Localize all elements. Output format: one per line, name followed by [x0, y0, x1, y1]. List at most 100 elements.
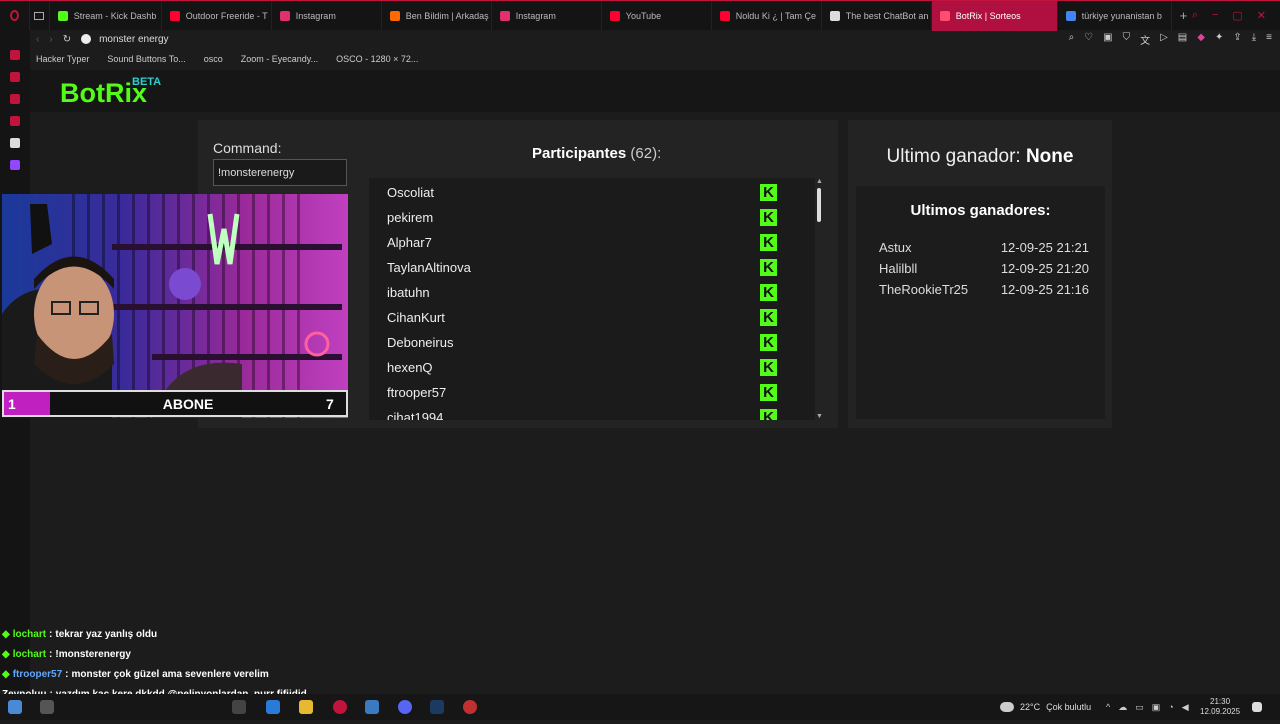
volume-icon[interactable]: ◀: [1182, 702, 1189, 713]
kick-icon: K: [760, 259, 777, 276]
last-winner-label: Ultimo ganador:: [886, 146, 1021, 167]
onedrive-icon[interactable]: ☁: [1118, 702, 1127, 713]
participant-row[interactable]: Alphar7 K: [369, 230, 799, 255]
obs-icon[interactable]: [463, 700, 477, 714]
browser-tab[interactable]: Outdoor Freeride - T: [162, 0, 272, 31]
start-icon[interactable]: [8, 700, 22, 714]
participant-row[interactable]: cihat1994 K: [369, 405, 799, 420]
discord-icon[interactable]: [398, 700, 412, 714]
close-icon[interactable]: ✕: [1257, 9, 1266, 22]
participant-row[interactable]: ibatuhn K: [369, 280, 799, 305]
tab-favicon-icon: [609, 10, 620, 21]
kick-icon: K: [760, 409, 777, 420]
kick-icon: K: [760, 309, 777, 326]
command-input[interactable]: [213, 159, 347, 186]
participants-list[interactable]: Oscoliat Kpekirem K Alphar7 K TaylanAltinova K…: [369, 178, 815, 420]
bookmark-item[interactable]: Sound Buttons To...: [107, 54, 185, 64]
address-input[interactable]: monster energy: [99, 34, 168, 45]
bookmark-icon[interactable]: ♡: [1084, 32, 1093, 47]
chat-text: monster çok güzel ama sevenlere verelim: [71, 668, 269, 680]
tab-favicon-icon: [389, 10, 400, 21]
browser-tab[interactable]: Instagram: [272, 0, 382, 31]
bookmark-item[interactable]: Hacker Typer: [36, 54, 89, 64]
play-icon[interactable]: ▷: [1160, 32, 1168, 47]
chat-text: !monsterenergy: [55, 648, 131, 660]
kick-icon: K: [760, 284, 777, 301]
opera-icon[interactable]: [333, 700, 347, 714]
file-explorer-icon[interactable]: [299, 700, 313, 714]
chat-tray-icon[interactable]: ▣: [1152, 702, 1161, 713]
wifi-icon[interactable]: ◔: [1168, 702, 1173, 712]
browser-tab[interactable]: The best ChatBot an: [822, 0, 932, 31]
winner-time: 12-09-25 21:21: [1000, 240, 1089, 255]
download-icon[interactable]: ⤓: [1252, 32, 1256, 47]
participant-name: Deboneirus: [387, 335, 454, 350]
bookmark-item[interactable]: Zoom - Eyecandy...: [241, 54, 318, 64]
snapshot-icon[interactable]: ▣: [1103, 32, 1112, 47]
participant-row[interactable]: CihanKurt K: [369, 305, 799, 330]
browser-tab[interactable]: Instagram: [492, 0, 602, 31]
forward-icon[interactable]: ›: [49, 34, 52, 45]
steam-icon[interactable]: [430, 700, 444, 714]
maximize-icon[interactable]: ▢: [1232, 9, 1242, 22]
puzzle-icon[interactable]: ✦: [1215, 32, 1223, 47]
address-bar: ‹ › ↻ monster energy ⌕ ♡ ▣ ⛉ 文 ▷ ▤ ◆ ✦ ⇪…: [30, 30, 1280, 48]
clock[interactable]: 21:30 12.09.2025: [1200, 694, 1240, 720]
participant-row[interactable]: hexenQ K: [369, 355, 799, 380]
task-view-icon[interactable]: [232, 700, 246, 714]
participants-count: (62):: [630, 145, 662, 162]
extension-icon[interactable]: ◆: [1197, 32, 1205, 47]
whatsapp-icon[interactable]: [10, 94, 20, 104]
wallet-icon[interactable]: ▤: [1178, 32, 1187, 47]
scroll-up-icon[interactable]: ▲: [816, 178, 823, 185]
menu-icon[interactable]: ≡: [1266, 32, 1272, 47]
chevron-up-icon[interactable]: ^: [1106, 702, 1110, 712]
participant-row[interactable]: pekirem K: [369, 205, 799, 230]
back-icon[interactable]: ‹: [36, 34, 39, 45]
store-icon[interactable]: [266, 700, 280, 714]
search-icon[interactable]: [40, 700, 54, 714]
google-icon: [81, 34, 92, 44]
translate-icon[interactable]: 文: [1140, 32, 1150, 47]
participants-scrollbar[interactable]: ▲ ▼: [816, 178, 824, 420]
scroll-down-icon[interactable]: ▼: [816, 413, 823, 420]
zoom-icon[interactable]: ⌕: [1069, 32, 1075, 47]
participant-row[interactable]: Deboneirus K: [369, 330, 799, 355]
browser-tab[interactable]: BotRix | Sorteos: [931, 0, 1058, 31]
participant-row[interactable]: ftrooper57 K: [369, 380, 799, 405]
minimize-icon[interactable]: −: [1212, 9, 1218, 22]
twitch-icon[interactable]: [10, 160, 20, 170]
weather-widget[interactable]: 22°C Çok bulutlu: [1000, 694, 1091, 720]
search-tabs-icon[interactable]: ⌕: [1192, 9, 1198, 22]
browser-tab[interactable]: Ben Bildim | Arkadaş: [382, 0, 492, 31]
browser-tab[interactable]: Stream - Kick Dashb: [50, 0, 162, 31]
bookmark-item[interactable]: osco: [204, 54, 223, 64]
reload-icon[interactable]: ↻: [63, 34, 71, 45]
chat-message: ◆ lochart: !monsterenergy: [2, 644, 422, 664]
bookmark-item[interactable]: OSCO - 1280 × 72...: [336, 54, 418, 64]
tab-favicon-icon: [1065, 10, 1076, 21]
app-icon[interactable]: [365, 700, 379, 714]
messenger-icon[interactable]: [10, 50, 20, 60]
browser-tab[interactable]: Noldu Ki ¿ | Tam Çe: [712, 0, 822, 31]
winner-row: Halilbll 12-09-25 21:20: [879, 261, 1089, 276]
notifications-icon[interactable]: [1252, 702, 1262, 712]
participant-row[interactable]: Oscoliat K: [369, 180, 799, 205]
scroll-thumb[interactable]: [817, 188, 821, 222]
kick-icon[interactable]: [10, 138, 20, 148]
tab-label: Noldu Ki ¿ | Tam Çe: [735, 10, 816, 21]
browser-tab[interactable]: türkiye yunanistan b: [1058, 0, 1172, 31]
adblock-icon[interactable]: ⛉: [1123, 32, 1131, 47]
browser-tab[interactable]: YouTube: [602, 0, 712, 31]
share-icon[interactable]: ⇪: [1233, 32, 1241, 47]
workspaces-icon[interactable]: [30, 0, 50, 31]
participant-name: TaylanAltinova: [387, 260, 471, 275]
instagram-icon[interactable]: [10, 116, 20, 126]
tab-label: The best ChatBot an: [845, 10, 929, 21]
extensions-icon[interactable]: [10, 72, 20, 82]
opera-menu-icon[interactable]: [0, 0, 30, 31]
display-icon[interactable]: ▭: [1135, 702, 1144, 713]
participant-row[interactable]: TaylanAltinova K: [369, 255, 799, 280]
weather-text: Çok bulutlu: [1046, 702, 1092, 712]
new-tab-button[interactable]: +: [1172, 1, 1192, 31]
